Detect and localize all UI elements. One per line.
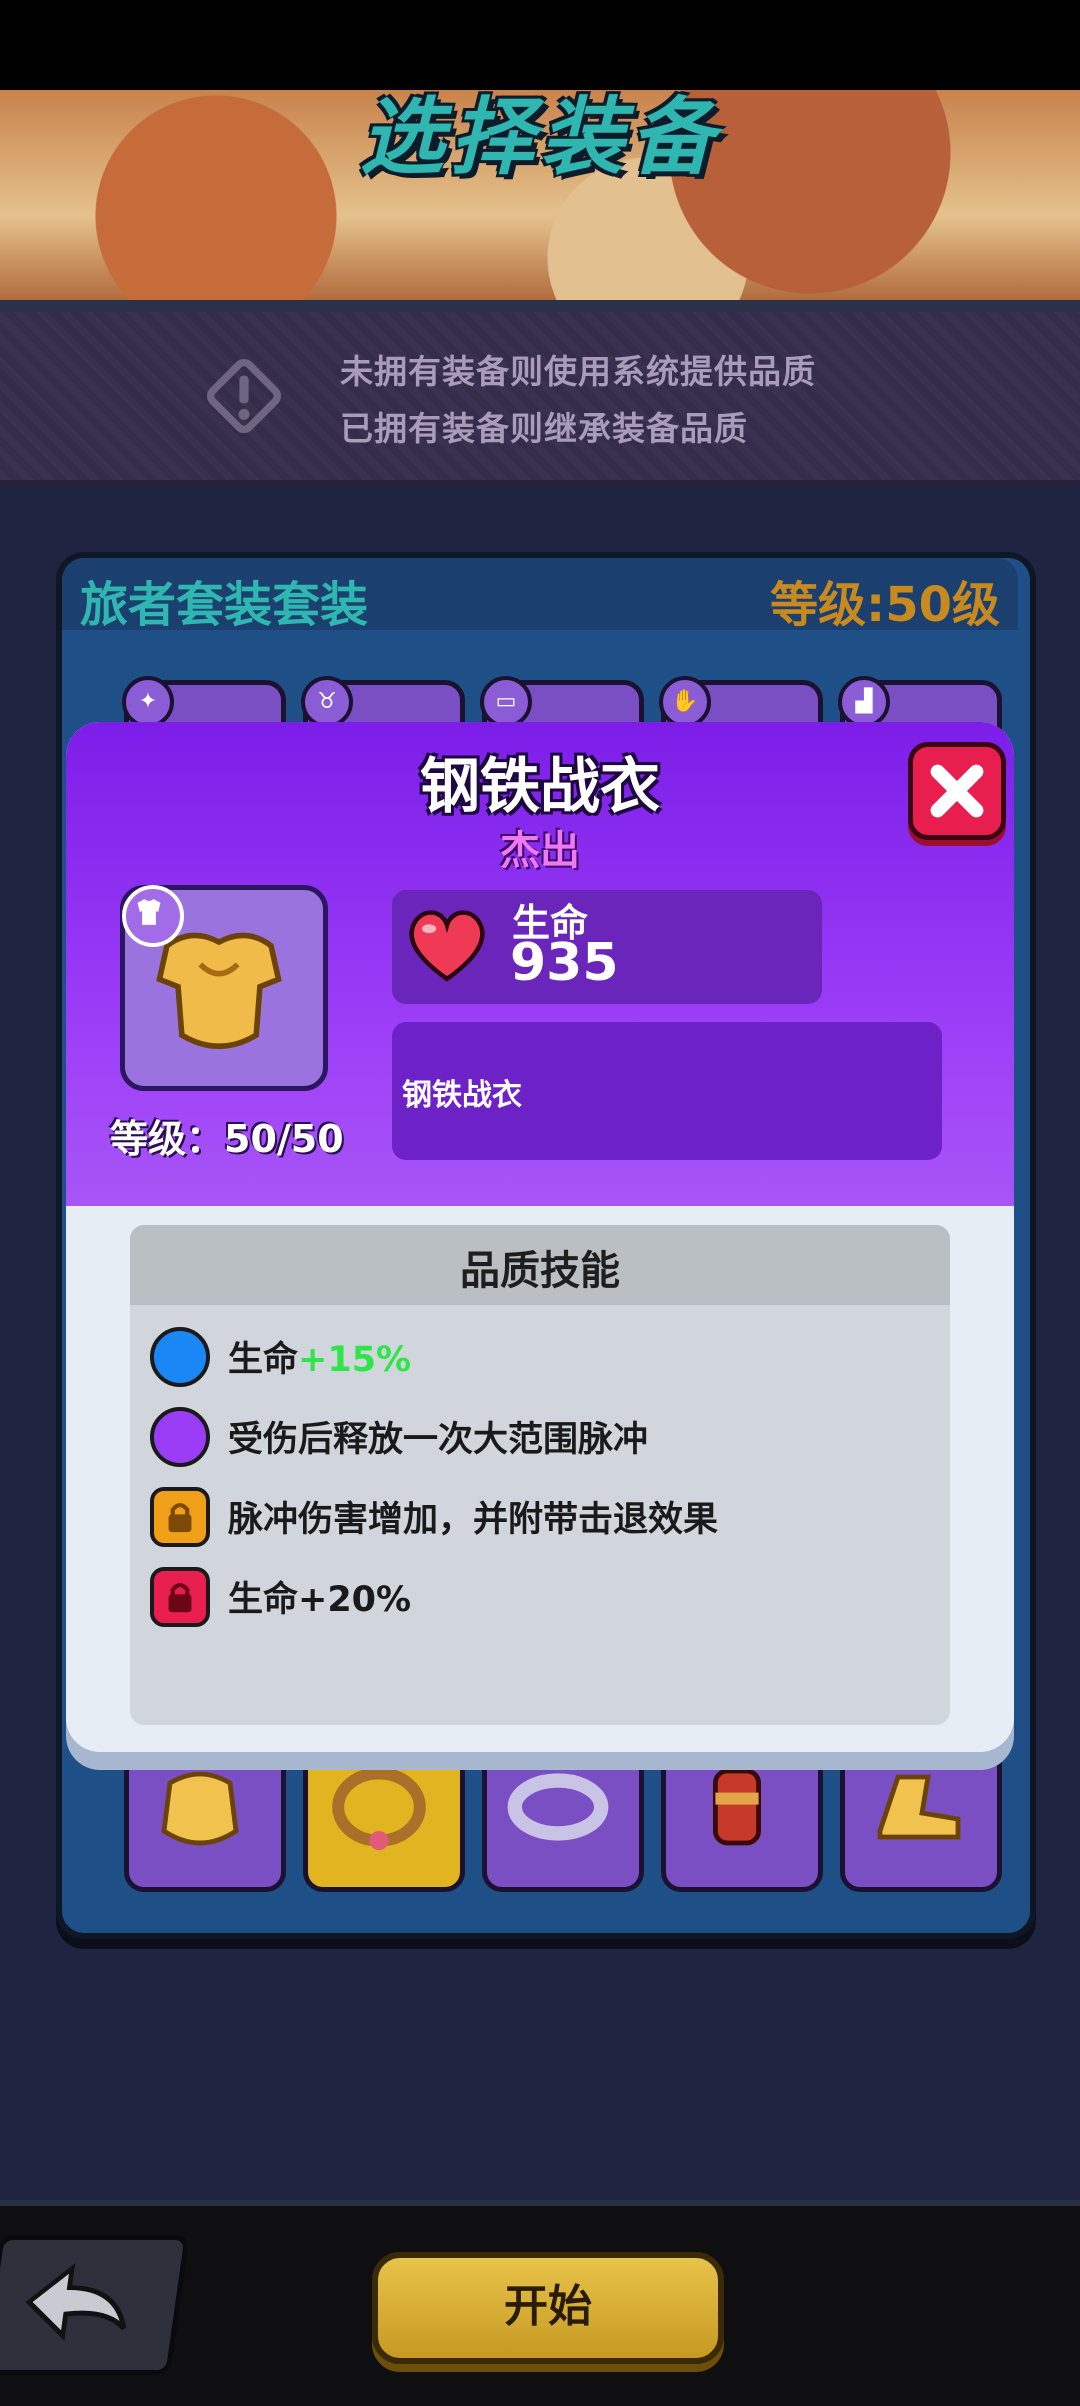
banner-divider [0, 300, 1080, 312]
heart-icon [409, 910, 485, 982]
glove-icon: ✋ [659, 676, 711, 728]
back-button[interactable] [0, 2235, 190, 2375]
skill-quality-purple-icon [150, 1407, 210, 1467]
belt-icon: ▭ [480, 676, 532, 728]
equipment-slot-ring-selected[interactable] [303, 1732, 465, 1892]
equipment-slot-bracelet[interactable] [482, 1732, 644, 1892]
boot-icon: ▟ [838, 676, 890, 728]
equipment-slot-gauntlet[interactable] [661, 1732, 823, 1892]
lock-icon [150, 1567, 210, 1627]
close-icon [930, 764, 984, 818]
notice-bar [0, 312, 1080, 484]
equipment-slot-boots-gold[interactable] [840, 1732, 1002, 1892]
start-button-label: 开始 [504, 2281, 592, 2332]
set-level: 等级:50级 [770, 577, 1000, 633]
skill-4-text: 生命+20% [228, 1580, 412, 1620]
item-description: 钢铁战衣 [402, 1078, 522, 1113]
page-title: 选择装备 [359, 88, 720, 186]
item-rarity: 杰出 [500, 828, 580, 874]
skill-quality-blue-icon [150, 1327, 210, 1387]
stat-value: 935 [510, 933, 619, 993]
armor-icon: ✦ [122, 676, 174, 728]
armor-slot-badge-icon [122, 885, 184, 947]
skill-1-bonus: +15% [298, 1340, 412, 1380]
skill-3-text: 脉冲伤害增加，并附带击退效果 [228, 1500, 719, 1540]
skill-1: 生命+15% [228, 1331, 411, 1382]
necklace-icon: ♉ [301, 676, 353, 728]
close-button[interactable] [908, 742, 1006, 840]
item-level: 等级：50/50 [110, 1117, 344, 1161]
notice-text-1: 未拥有装备则使用系统提供品质 [340, 352, 816, 391]
quality-skills-title: 品质技能 [460, 1248, 620, 1294]
set-name: 旅者套装套装 [80, 577, 369, 633]
equipment-slot-armor-gold[interactable] [124, 1732, 286, 1892]
back-arrow-icon [25, 2263, 127, 2341]
item-name: 钢铁战衣 [420, 752, 660, 822]
notice-text-2: 已拥有装备则继承装备品质 [340, 409, 748, 448]
lock-icon [150, 1487, 210, 1547]
skill-1-text: 生命 [228, 1340, 299, 1380]
warning-icon [206, 358, 282, 434]
skill-2-text: 受伤后释放一次大范围脉冲 [228, 1420, 649, 1460]
